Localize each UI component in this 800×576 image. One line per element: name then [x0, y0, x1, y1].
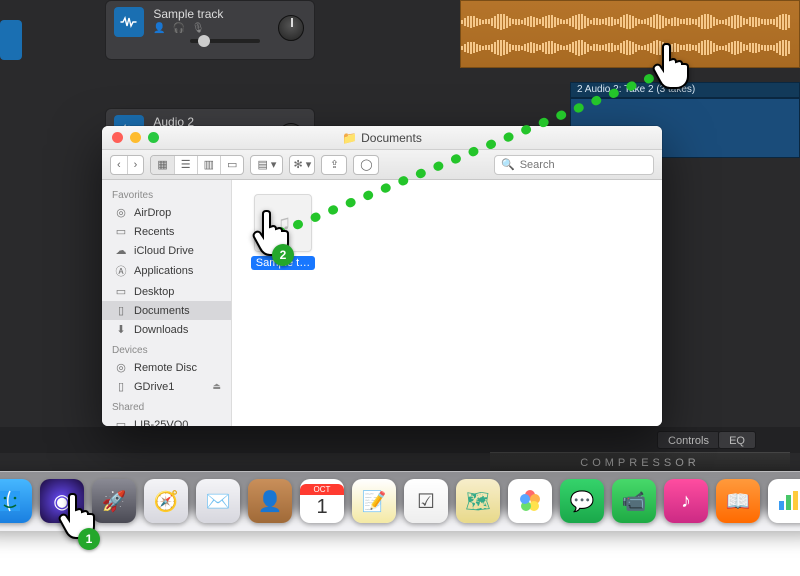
- dock-app-notes[interactable]: 📝: [352, 479, 396, 523]
- view-switcher[interactable]: ▦ ☰ ▥ ▭: [150, 155, 244, 175]
- dock[interactable]: ◉ 🚀 🧭 ✉️ 👤 OCT 1 📝 ☑︎ 🗺 💬 📹 ♪ 📖: [0, 471, 800, 531]
- dock-app-itunes[interactable]: ♪: [664, 479, 708, 523]
- finder-titlebar[interactable]: 📁Documents: [102, 126, 662, 150]
- zoom-icon[interactable]: [148, 132, 159, 143]
- dock-app-numbers[interactable]: [768, 479, 800, 523]
- dock-app-contacts[interactable]: 👤: [248, 479, 292, 523]
- search-field[interactable]: 🔍: [494, 155, 654, 175]
- sidebar-item-remotedisc[interactable]: ◎Remote Disc: [102, 358, 231, 377]
- list-view-button[interactable]: ☰: [175, 156, 198, 174]
- tab-eq[interactable]: EQ: [718, 431, 756, 449]
- sidebar-group-favorites: Favorites: [102, 184, 231, 203]
- minimize-icon[interactable]: [130, 132, 141, 143]
- sidebar-item-downloads[interactable]: ⬇Downloads: [102, 320, 231, 339]
- share-button[interactable]: ⇪: [321, 155, 347, 175]
- sidebar-group-devices: Devices: [102, 339, 231, 358]
- eject-icon[interactable]: ⏏: [212, 381, 221, 392]
- dock-app-launchpad[interactable]: 🚀: [92, 479, 136, 523]
- desktop-icon: ▭: [114, 285, 128, 298]
- calendar-month: OCT: [300, 484, 344, 495]
- dock-app-calendar[interactable]: OCT 1: [300, 479, 344, 523]
- finder-window[interactable]: 📁Documents ‹ › ▦ ☰ ▥ ▭ ▤ ▾ ✻ ▾ ⇪ ◯ 🔍 Fav…: [102, 126, 662, 426]
- finder-toolbar: ‹ › ▦ ☰ ▥ ▭ ▤ ▾ ✻ ▾ ⇪ ◯ 🔍: [102, 150, 662, 180]
- dock-app-mail[interactable]: ✉️: [196, 479, 240, 523]
- calendar-day: 1: [316, 495, 327, 519]
- search-input[interactable]: [520, 159, 647, 171]
- finder-content[interactable]: ♫ Sample t…: [232, 180, 662, 426]
- recents-icon: ▭: [114, 225, 128, 238]
- sidebar-item-applications[interactable]: ⒶApplications: [102, 260, 231, 282]
- computer-icon: ▭: [114, 418, 128, 426]
- pan-knob[interactable]: [278, 15, 304, 41]
- arrange-menu[interactable]: ▤ ▾: [250, 155, 283, 175]
- group-by-icon[interactable]: ▤ ▾: [251, 156, 282, 174]
- step-badge-2: 2: [272, 244, 294, 266]
- action-menu[interactable]: ✻ ▾: [289, 155, 315, 175]
- window-controls[interactable]: [112, 132, 159, 143]
- waveform-region[interactable]: [460, 0, 800, 68]
- sidebar-item-documents[interactable]: ▯Documents: [102, 301, 231, 320]
- waveform-icon: [461, 39, 799, 55]
- track-header-sample[interactable]: Sample track 👤 🎧 🎙: [105, 0, 315, 60]
- sidebar-item-desktop[interactable]: ▭Desktop: [102, 282, 231, 301]
- downloads-icon: ⬇: [114, 323, 128, 336]
- dock-app-safari[interactable]: 🧭: [144, 479, 188, 523]
- dock-app-facetime[interactable]: 📹: [612, 479, 656, 523]
- sidebar-item-airdrop[interactable]: ◎AirDrop: [102, 203, 231, 222]
- tab-controls[interactable]: Controls: [657, 431, 720, 449]
- back-button[interactable]: ‹: [111, 156, 128, 174]
- tags-button[interactable]: ◯: [353, 155, 379, 175]
- dock-app-reminders[interactable]: ☑︎: [404, 479, 448, 523]
- forward-button[interactable]: ›: [128, 156, 144, 174]
- audio-track-icon: [114, 7, 144, 37]
- dock-area: ◉ 🚀 🧭 ✉️ 👤 OCT 1 📝 ☑︎ 🗺 💬 📹 ♪ 📖: [0, 471, 800, 541]
- column-view-button[interactable]: ▥: [198, 156, 221, 174]
- window-title: 📁Documents: [102, 131, 662, 145]
- disc-icon: ◎: [114, 361, 128, 374]
- dock-app-messages[interactable]: 💬: [560, 479, 604, 523]
- dock-app-maps[interactable]: 🗺: [456, 479, 500, 523]
- close-icon[interactable]: [112, 132, 123, 143]
- cloud-icon: ☁: [114, 244, 128, 257]
- sidebar-item-shared-computer[interactable]: ▭LIB-25VQ0…: [102, 415, 231, 426]
- airdrop-icon: ◎: [114, 206, 128, 219]
- step-badge-1: 1: [78, 528, 100, 550]
- applications-icon: Ⓐ: [114, 263, 128, 279]
- finder-sidebar: Favorites ◎AirDrop ▭Recents ☁iCloud Driv…: [102, 180, 232, 426]
- icon-view-button[interactable]: ▦: [151, 156, 174, 174]
- bottom-toolbar: Controls EQ: [0, 427, 800, 453]
- gallery-view-button[interactable]: ▭: [221, 156, 243, 174]
- drive-icon: ▯: [114, 380, 128, 393]
- sidebar-item-recents[interactable]: ▭Recents: [102, 222, 231, 241]
- waveform-icon: [461, 13, 799, 29]
- track-name: Sample track: [153, 7, 223, 21]
- volume-slider[interactable]: [190, 39, 260, 43]
- nav-back-forward[interactable]: ‹ ›: [110, 155, 144, 175]
- dock-app-photos[interactable]: [508, 479, 552, 523]
- documents-icon: ▯: [114, 304, 128, 317]
- sidebar-item-icloud[interactable]: ☁iCloud Drive: [102, 241, 231, 260]
- dock-app-finder[interactable]: [0, 479, 32, 523]
- take-folder-label[interactable]: 2 Audio 2: Take 2 (3 takes): [570, 82, 800, 98]
- folder-icon: 📁: [342, 131, 357, 145]
- dock-app-siri[interactable]: ◉: [40, 479, 84, 523]
- sidebar-group-shared: Shared: [102, 396, 231, 415]
- search-icon: 🔍: [501, 158, 515, 171]
- dock-app-ibooks[interactable]: 📖: [716, 479, 760, 523]
- track-subcontrols[interactable]: 👤 🎧 🎙: [153, 23, 223, 34]
- sidebar-item-gdrive[interactable]: ▯GDrive1⏏: [102, 377, 231, 396]
